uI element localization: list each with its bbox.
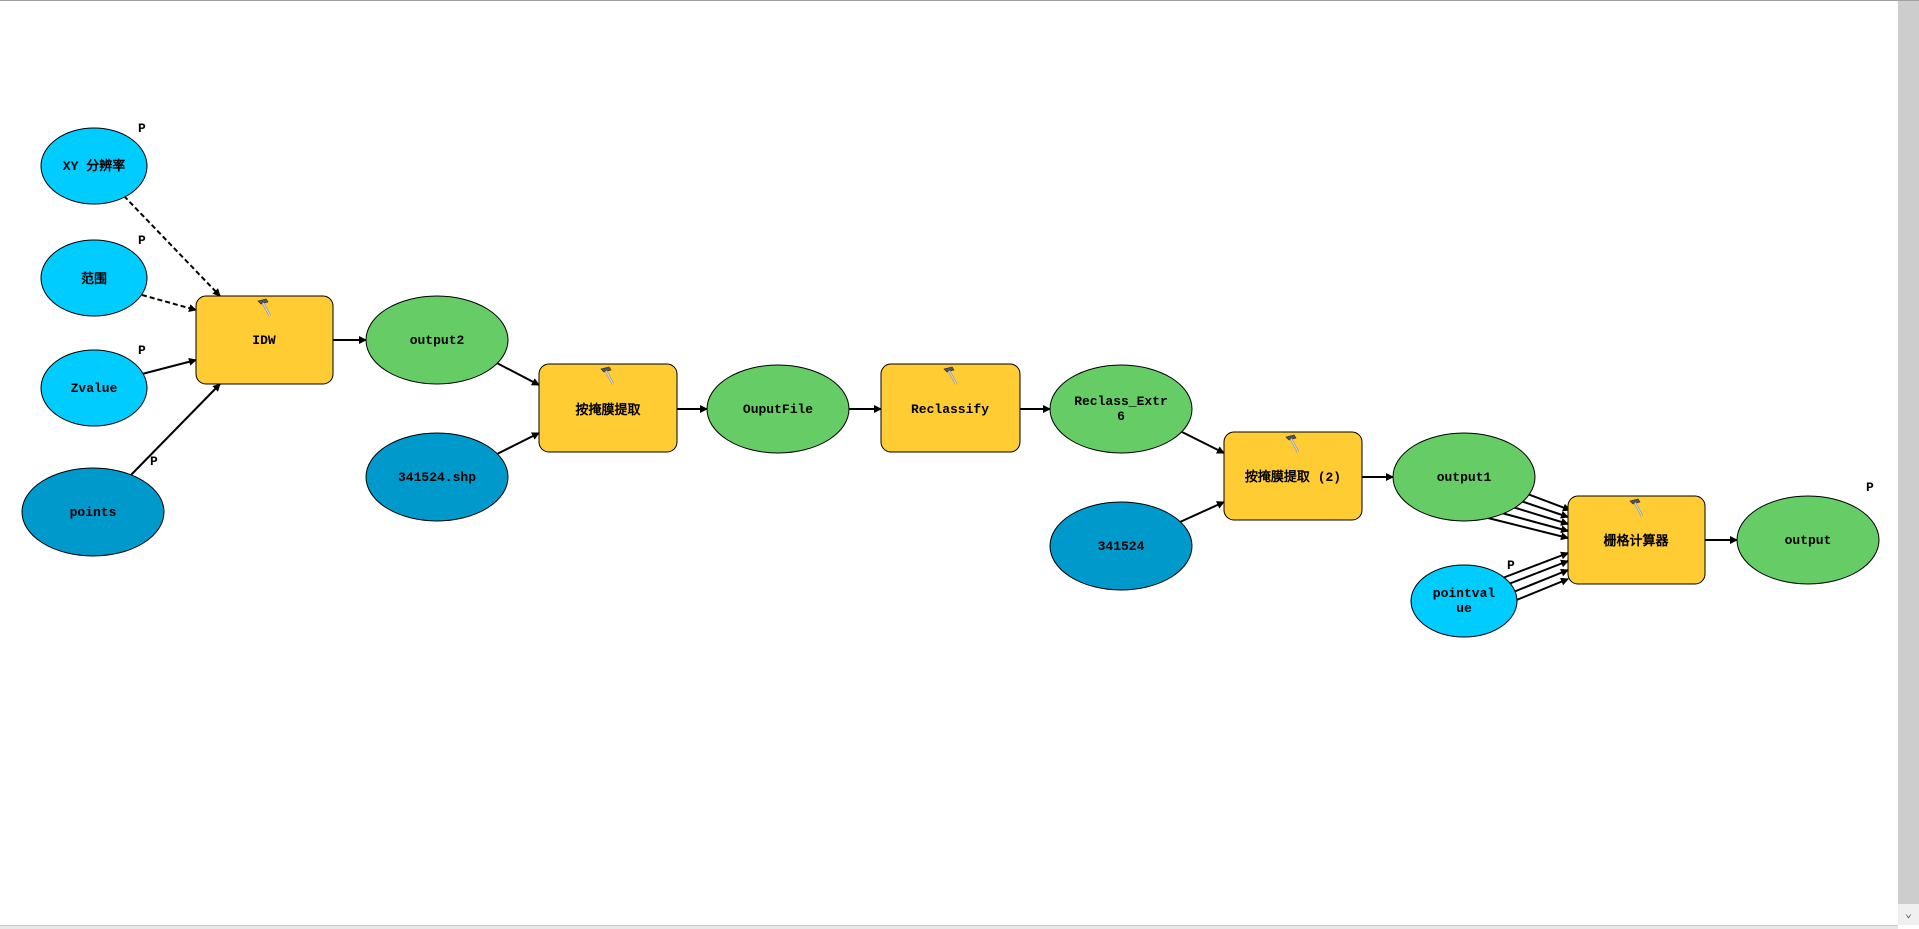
node-xy-resolution[interactable]: XY 分辨率 P [40, 121, 148, 205]
tool-extract-by-mask[interactable]: 按掩膜提取 [538, 363, 678, 453]
node-label: output2 [410, 333, 465, 348]
node-341524[interactable]: 341524 [1049, 501, 1193, 591]
parameter-marker: P [138, 343, 146, 358]
node-points[interactable]: points P [21, 454, 165, 557]
node-label: points [70, 505, 117, 520]
node-341524-shp[interactable]: 341524.shp [365, 432, 509, 522]
node-label: pointval [1433, 586, 1496, 601]
node-label: Reclassify [911, 402, 989, 417]
node-label: IDW [252, 333, 276, 348]
horizontal-scrollbar[interactable] [0, 925, 1898, 929]
tool-extract-by-mask-2[interactable]: 按掩膜提取 (2) [1223, 431, 1363, 521]
node-output2[interactable]: output2 [365, 295, 509, 385]
node-label: Reclass_Extr [1074, 394, 1168, 409]
node-reclass-extr6[interactable]: Reclass_Extr 6 [1049, 364, 1193, 454]
parameter-marker: P [138, 233, 146, 248]
connector-reclass-mask2 [1179, 430, 1225, 454]
node-label: 按掩膜提取 [575, 402, 641, 418]
node-pointvalue[interactable]: pointval ue P [1410, 558, 1518, 638]
connector-341524-mask2 [1179, 501, 1225, 523]
node-label: 按掩膜提取 (2) [1245, 469, 1341, 485]
node-label: 范围 [81, 271, 107, 287]
connector-output2-mask [494, 361, 540, 386]
parameter-marker: P [1866, 480, 1874, 495]
node-label: XY 分辨率 [63, 158, 125, 174]
node-extent[interactable]: 范围 P [40, 233, 148, 317]
node-label: 341524 [1098, 539, 1145, 554]
connector-zvalue-idw [141, 357, 197, 375]
node-label: OuputFile [743, 402, 813, 417]
node-label: Zvalue [71, 381, 118, 396]
vertical-scrollbar[interactable]: ⌄ [1898, 1, 1919, 925]
node-zvalue[interactable]: Zvalue P [40, 343, 148, 427]
node-label: ue [1456, 601, 1472, 616]
tool-raster-calculator[interactable]: 栅格计算器 [1567, 495, 1706, 585]
node-label: 栅格计算器 [1603, 533, 1669, 549]
parameter-marker: P [150, 454, 158, 469]
node-label: 341524.shp [398, 470, 476, 485]
connector-extent-idw [141, 294, 197, 312]
chevron-down-icon[interactable]: ⌄ [1898, 904, 1919, 925]
connector-shp-mask [494, 432, 540, 456]
parameter-marker: P [138, 121, 146, 136]
tool-idw[interactable]: IDW [195, 295, 334, 385]
tool-reclassify[interactable]: Reclassify [880, 363, 1021, 453]
node-output1[interactable]: output1 [1392, 432, 1536, 522]
model-canvas[interactable]: XY 分辨率 P 范围 P Zvalue P points P IDW outp… [0, 0, 1898, 925]
node-output[interactable]: output P [1736, 480, 1880, 585]
parameter-marker: P [1507, 558, 1515, 573]
node-label: output [1785, 533, 1832, 548]
node-label: 6 [1117, 409, 1125, 424]
connector-pointvalue-calc [1513, 577, 1569, 602]
node-ouputfile[interactable]: OuputFile [706, 364, 850, 454]
node-label: output1 [1437, 470, 1492, 485]
